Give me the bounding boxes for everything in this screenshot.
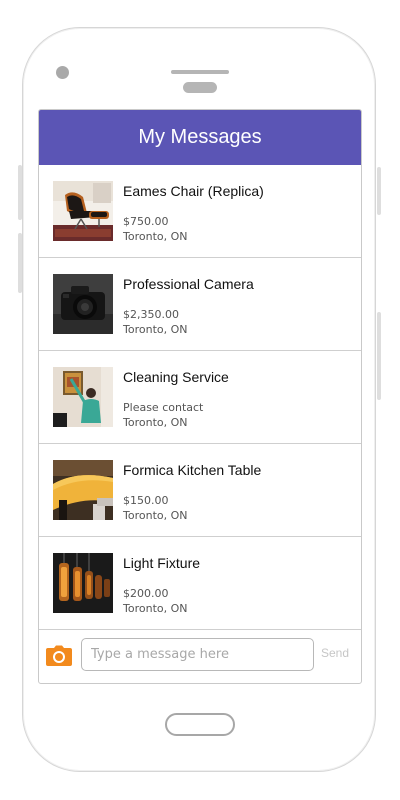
listing-location: Toronto, ON bbox=[123, 323, 188, 336]
list-item[interactable]: Cleaning Service Please contact Toronto,… bbox=[39, 351, 361, 444]
side-button bbox=[377, 312, 381, 400]
listing-title: Professional Camera bbox=[123, 276, 254, 292]
listing-price: $750.00 bbox=[123, 215, 169, 228]
cleaning-photo bbox=[53, 367, 113, 427]
listing-info: Eames Chair (Replica) $750.00 Toronto, O… bbox=[123, 183, 353, 244]
message-composer: Send bbox=[39, 630, 361, 683]
light-fixture-photo bbox=[53, 553, 113, 613]
listing-price: $200.00 bbox=[123, 587, 169, 600]
listing-location: Toronto, ON bbox=[123, 602, 188, 615]
app-screen: My Messages Eames Chair (Replica) $750.0… bbox=[38, 109, 362, 684]
list-item[interactable]: Formica Kitchen Table $150.00 Toronto, O… bbox=[39, 444, 361, 537]
listing-location: Toronto, ON bbox=[123, 230, 188, 243]
send-button[interactable]: Send bbox=[321, 646, 349, 660]
listing-title: Eames Chair (Replica) bbox=[123, 183, 264, 199]
phone-mockup: My Messages Eames Chair (Replica) $750.0… bbox=[0, 0, 400, 800]
listing-price: Please contact bbox=[123, 401, 204, 414]
volume-up-button bbox=[18, 165, 22, 220]
list-item[interactable]: Light Fixture $200.00 Toronto, ON bbox=[39, 537, 361, 630]
camera-icon[interactable] bbox=[45, 645, 73, 667]
listing-info: Light Fixture $200.00 Toronto, ON bbox=[123, 555, 353, 616]
speaker-grille bbox=[171, 70, 229, 74]
listing-info: Professional Camera $2,350.00 Toronto, O… bbox=[123, 276, 353, 337]
listing-title: Cleaning Service bbox=[123, 369, 229, 385]
home-button[interactable] bbox=[165, 713, 235, 736]
volume-down-button bbox=[18, 233, 22, 293]
listing-title: Light Fixture bbox=[123, 555, 201, 571]
message-input[interactable] bbox=[81, 638, 314, 671]
listing-info: Formica Kitchen Table $150.00 Toronto, O… bbox=[123, 462, 353, 523]
listing-location: Toronto, ON bbox=[123, 509, 188, 522]
listing-price: $150.00 bbox=[123, 494, 169, 507]
listing-list: Eames Chair (Replica) $750.00 Toronto, O… bbox=[39, 165, 361, 630]
list-item[interactable]: Eames Chair (Replica) $750.00 Toronto, O… bbox=[39, 165, 361, 258]
power-button bbox=[377, 167, 381, 215]
camera-photo bbox=[53, 274, 113, 334]
page-title: My Messages bbox=[138, 126, 262, 148]
chair-photo bbox=[53, 181, 113, 241]
list-item[interactable]: Professional Camera $2,350.00 Toronto, O… bbox=[39, 258, 361, 351]
listing-price: $2,350.00 bbox=[123, 308, 179, 321]
app-header: My Messages bbox=[39, 110, 361, 165]
listing-title: Formica Kitchen Table bbox=[123, 462, 262, 478]
listing-location: Toronto, ON bbox=[123, 416, 188, 429]
sensor bbox=[183, 82, 217, 93]
table-photo bbox=[53, 460, 113, 520]
front-camera bbox=[56, 66, 69, 79]
listing-info: Cleaning Service Please contact Toronto,… bbox=[123, 369, 353, 430]
